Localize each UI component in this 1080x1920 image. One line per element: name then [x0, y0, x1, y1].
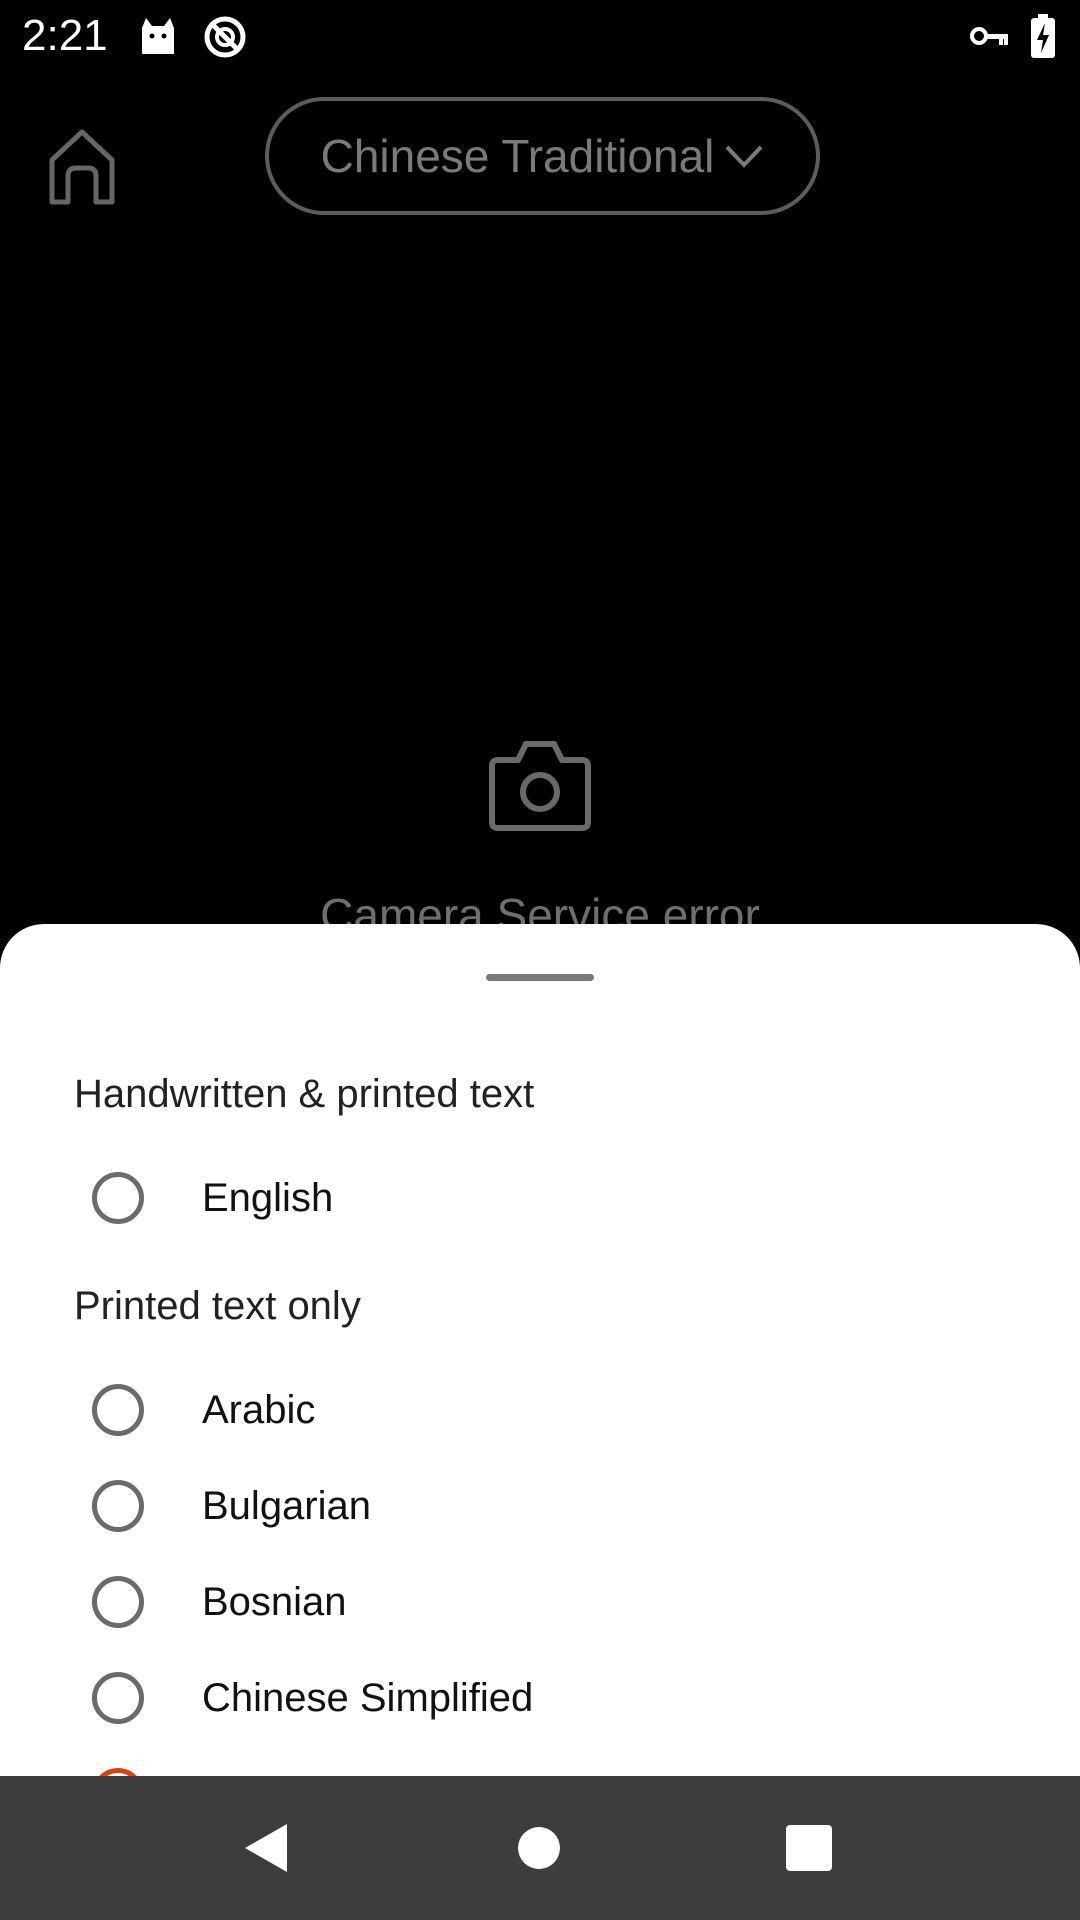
screen: 2:21 Chinese Traditional Camera Service …	[0, 0, 1080, 1920]
language-option-bulgarian[interactable]: Bulgarian	[90, 1466, 1010, 1546]
chevron-down-icon	[725, 145, 763, 168]
radio-button-selected[interactable]	[92, 1768, 144, 1776]
drag-handle[interactable]	[486, 974, 594, 981]
language-dropdown[interactable]: Chinese Traditional	[265, 97, 820, 215]
language-option-chinese-simplified[interactable]: Chinese Simplified	[90, 1658, 1010, 1738]
cat-notification-icon	[142, 18, 174, 54]
blocked-notification-icon	[204, 16, 246, 58]
radio-button[interactable]	[92, 1480, 144, 1532]
language-option-label: English	[202, 1175, 334, 1220]
language-option-english[interactable]: English	[90, 1158, 1010, 1238]
home-circle-icon	[518, 1827, 560, 1869]
language-bottom-sheet: Handwritten & printed text English Print…	[0, 924, 1080, 1776]
navigation-bar	[0, 1776, 1080, 1920]
home-nav-button[interactable]	[479, 1776, 599, 1920]
language-option-label: Arabic	[202, 1387, 316, 1432]
status-time: 2:21	[22, 11, 108, 60]
camera-icon	[489, 741, 591, 831]
section-header-handwritten: Handwritten & printed text	[74, 1072, 535, 1116]
vpn-key-icon	[970, 27, 1008, 45]
battery-charging-icon	[1031, 14, 1055, 58]
language-option-label: Bulgarian	[202, 1483, 372, 1528]
home-icon[interactable]	[46, 126, 118, 206]
recents-icon	[786, 1825, 832, 1871]
back-icon	[245, 1824, 287, 1872]
status-bar: 2:21	[0, 0, 1080, 72]
language-option-selected-partial[interactable]	[90, 1754, 1010, 1776]
back-button[interactable]	[206, 1776, 326, 1920]
radio-button[interactable]	[92, 1576, 144, 1628]
radio-button[interactable]	[92, 1172, 144, 1224]
recents-button[interactable]	[749, 1776, 869, 1920]
language-option-bosnian[interactable]: Bosnian	[90, 1562, 1010, 1642]
radio-button[interactable]	[92, 1672, 144, 1724]
language-dropdown-label: Chinese Traditional	[320, 130, 715, 182]
language-option-arabic[interactable]: Arabic	[90, 1370, 1010, 1450]
language-option-label: Chinese Simplified	[202, 1675, 534, 1720]
radio-button[interactable]	[92, 1384, 144, 1436]
language-option-label: Bosnian	[202, 1579, 347, 1624]
section-header-printed: Printed text only	[74, 1284, 361, 1328]
